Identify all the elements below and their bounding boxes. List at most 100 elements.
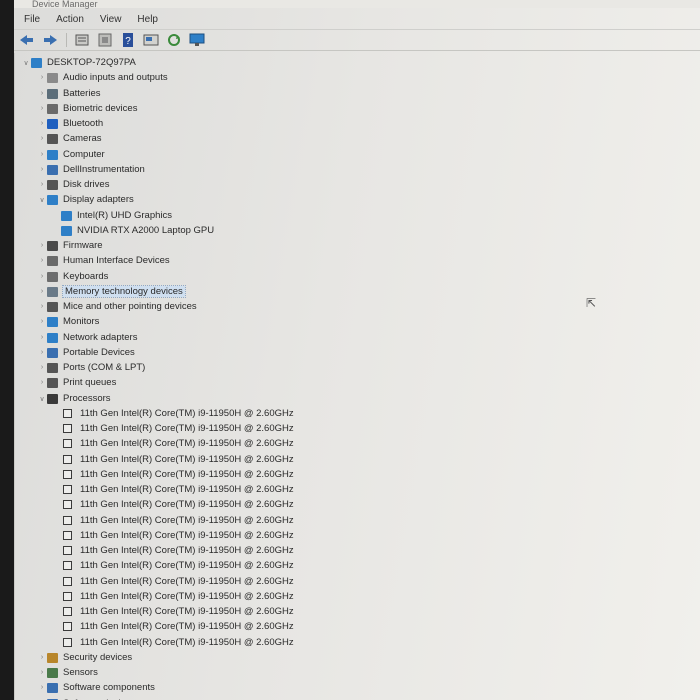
chevron-right-icon[interactable]: › — [37, 151, 47, 158]
printer-icon — [47, 377, 58, 388]
menu-view[interactable]: View — [100, 14, 122, 25]
tree-device[interactable]: 11th Gen Intel(R) Core(TM) i9-11950H @ 2… — [63, 604, 294, 619]
tree-category[interactable]: › Biometric devices — [37, 101, 138, 116]
chevron-right-icon[interactable]: › — [37, 669, 47, 676]
chevron-right-icon[interactable]: › — [37, 74, 47, 81]
chevron-right-icon[interactable]: › — [37, 334, 47, 341]
tree-item-label: Audio inputs and outputs — [63, 72, 168, 83]
device-tree[interactable]: ∨ DESKTOP-72Q97PA › Audio inputs and output… — [14, 53, 700, 700]
tree-category[interactable]: › Human Interface Devices — [37, 253, 170, 268]
chevron-right-icon[interactable]: › — [37, 135, 47, 142]
disk-icon — [47, 179, 58, 190]
tree-category[interactable]: ›Software devices — [37, 696, 135, 700]
tree-category[interactable]: › Computer — [37, 147, 105, 162]
tree-category[interactable]: › Security devices — [37, 650, 132, 665]
monitor-icon[interactable] — [188, 32, 206, 48]
tree-device[interactable]: 11th Gen Intel(R) Core(TM) i9-11950H @ 2… — [63, 436, 294, 451]
tree-category[interactable]: › Sensors — [37, 665, 98, 680]
tree-device[interactable]: 11th Gen Intel(R) Core(TM) i9-11950H @ 2… — [63, 513, 294, 528]
tree-category[interactable]: › Network adapters — [37, 330, 138, 345]
scan-icon[interactable] — [165, 32, 183, 48]
tree-device[interactable]: 11th Gen Intel(R) Core(TM) i9-11950H @ 2… — [63, 467, 294, 482]
tree-category[interactable]: › Print queues — [37, 375, 117, 390]
chevron-right-icon[interactable]: › — [37, 684, 47, 691]
chevron-right-icon[interactable]: › — [37, 273, 47, 280]
properties-icon[interactable] — [73, 32, 91, 48]
menu-bar: File Action View Help — [14, 9, 700, 29]
keyboard-icon — [47, 271, 58, 282]
chevron-right-icon[interactable]: › — [37, 318, 47, 325]
tree-device[interactable]: Intel(R) UHD Graphics — [61, 208, 172, 223]
tree-device[interactable]: 11th Gen Intel(R) Core(TM) i9-11950H @ 2… — [63, 558, 294, 573]
chevron-right-icon[interactable]: › — [37, 242, 47, 249]
chevron-right-icon[interactable]: › — [37, 105, 47, 112]
tree-device[interactable]: 11th Gen Intel(R) Core(TM) i9-11950H @ 2… — [63, 497, 294, 512]
tree-category[interactable]: ∨ Display adapters — [37, 192, 133, 207]
tree-device[interactable]: 11th Gen Intel(R) Core(TM) i9-11950H @ 2… — [63, 528, 294, 543]
tree-category[interactable]: › Audio inputs and outputs — [37, 70, 168, 85]
display-adapter-icon — [47, 194, 58, 205]
tree-item-label: Biometric devices — [63, 103, 138, 114]
chevron-right-icon[interactable]: › — [37, 120, 47, 127]
mouse-cursor-icon: ⇱ — [586, 296, 597, 310]
chevron-right-icon[interactable]: › — [37, 654, 47, 661]
tree-root-computer[interactable]: ∨ DESKTOP-72Q97PA — [21, 55, 135, 70]
back-icon[interactable] — [18, 32, 36, 48]
tree-device[interactable]: 11th Gen Intel(R) Core(TM) i9-11950H @ 2… — [63, 619, 294, 634]
forward-icon[interactable] — [41, 32, 59, 48]
help-icon[interactable]: ? — [119, 32, 137, 48]
tree-item-label: 11th Gen Intel(R) Core(TM) i9-11950H @ 2… — [80, 484, 294, 495]
chevron-right-icon[interactable]: › — [37, 349, 47, 356]
tree-category[interactable]: › DellInstrumentation — [37, 162, 145, 177]
chevron-right-icon[interactable]: › — [37, 257, 47, 264]
bluetooth-icon — [47, 118, 58, 129]
tree-device[interactable]: 11th Gen Intel(R) Core(TM) i9-11950H @ 2… — [63, 589, 294, 604]
chevron-right-icon[interactable]: › — [37, 364, 47, 371]
processor-icon — [63, 516, 72, 525]
chevron-right-icon[interactable]: › — [37, 288, 47, 295]
tree-category[interactable]: › Disk drives — [37, 177, 110, 192]
tree-item-label: NVIDIA RTX A2000 Laptop GPU — [77, 225, 215, 236]
chevron-down-icon[interactable]: ∨ — [21, 59, 31, 67]
tree-category[interactable]: › Mice and other pointing devices — [37, 299, 197, 314]
tree-category[interactable]: › Memory technology devices — [37, 284, 186, 299]
tree-device[interactable]: 11th Gen Intel(R) Core(TM) i9-11950H @ 2… — [63, 452, 294, 467]
tree-device[interactable]: 11th Gen Intel(R) Core(TM) i9-11950H @ 2… — [63, 482, 294, 497]
menu-help[interactable]: Help — [137, 14, 158, 25]
tree-item-label: Monitors — [63, 316, 100, 327]
tree-category[interactable]: › Cameras — [37, 131, 102, 146]
tree-device[interactable]: 11th Gen Intel(R) Core(TM) i9-11950H @ 2… — [63, 635, 294, 650]
menu-file[interactable]: File — [24, 14, 40, 25]
tree-device[interactable]: 11th Gen Intel(R) Core(TM) i9-11950H @ 2… — [63, 574, 294, 589]
svg-text:?: ? — [125, 36, 131, 47]
tree-category[interactable]: › Batteries — [37, 86, 101, 101]
tree-item-label: 11th Gen Intel(R) Core(TM) i9-11950H @ 2… — [80, 469, 294, 480]
menu-action[interactable]: Action — [56, 14, 84, 25]
chevron-right-icon[interactable]: › — [37, 181, 47, 188]
tree-device[interactable]: 11th Gen Intel(R) Core(TM) i9-11950H @ 2… — [63, 543, 294, 558]
tree-category[interactable]: › Ports (COM & LPT) — [37, 360, 146, 375]
chevron-right-icon[interactable]: › — [37, 303, 47, 310]
chevron-right-icon[interactable]: › — [37, 166, 47, 173]
tree-category[interactable]: › Monitors — [37, 314, 100, 329]
tree-category[interactable]: › Portable Devices — [37, 345, 135, 360]
tree-category[interactable]: › Software components — [37, 680, 155, 695]
tree-category[interactable]: › Bluetooth — [37, 116, 103, 131]
tree-category[interactable]: ∨ Processors — [37, 391, 110, 406]
hid-icon — [47, 255, 58, 266]
processor-icon — [63, 607, 72, 616]
tree-device[interactable]: 11th Gen Intel(R) Core(TM) i9-11950H @ 2… — [63, 421, 294, 436]
toolbar-separator — [66, 33, 67, 47]
chevron-down-icon[interactable]: ∨ — [37, 196, 47, 204]
chevron-right-icon[interactable]: › — [37, 379, 47, 386]
show-hidden-icon[interactable] — [96, 32, 114, 48]
chevron-right-icon[interactable]: › — [37, 90, 47, 97]
fingerprint-icon — [47, 103, 58, 114]
chevron-down-icon[interactable]: ∨ — [37, 395, 47, 403]
tree-category[interactable]: › Keyboards — [37, 269, 109, 284]
tree-item-label: 11th Gen Intel(R) Core(TM) i9-11950H @ 2… — [80, 621, 294, 632]
update-driver-icon[interactable] — [142, 32, 160, 48]
tree-device[interactable]: 11th Gen Intel(R) Core(TM) i9-11950H @ 2… — [63, 406, 294, 421]
tree-device[interactable]: NVIDIA RTX A2000 Laptop GPU — [61, 223, 214, 238]
tree-category[interactable]: › Firmware — [37, 238, 103, 253]
